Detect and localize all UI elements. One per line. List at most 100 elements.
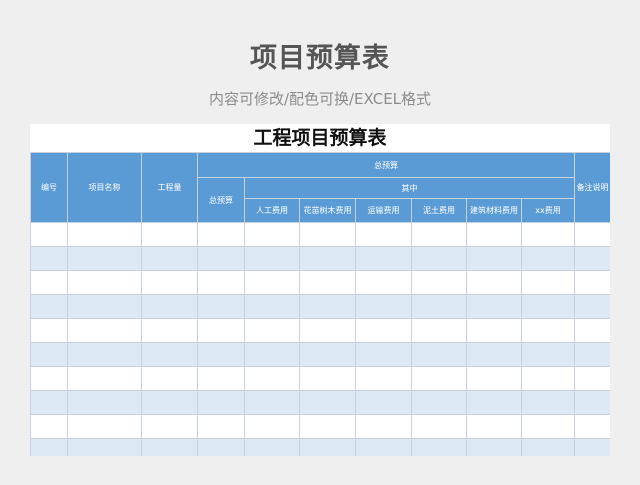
table-cell[interactable] [411, 318, 467, 343]
header-soil-cost[interactable]: 泥土费用 [411, 198, 467, 223]
table-cell[interactable] [244, 390, 300, 415]
table-cell[interactable] [67, 342, 142, 367]
table-cell[interactable] [30, 318, 68, 343]
table-cell[interactable] [67, 438, 142, 456]
header-total-budget[interactable]: 总预算 [197, 177, 245, 223]
table-cell[interactable] [520, 414, 576, 439]
table-cell[interactable] [355, 246, 412, 271]
table-cell[interactable] [141, 342, 198, 367]
table-cell[interactable] [466, 222, 522, 247]
table-cell[interactable] [197, 246, 245, 271]
table-cell[interactable] [197, 318, 245, 343]
table-cell[interactable] [299, 414, 356, 439]
table-cell[interactable] [466, 342, 522, 367]
table-cell[interactable] [141, 318, 198, 343]
table-cell[interactable] [197, 366, 245, 391]
table-cell[interactable] [30, 270, 68, 295]
table-cell[interactable] [67, 270, 142, 295]
table-cell[interactable] [574, 294, 610, 319]
table-cell[interactable] [67, 246, 142, 271]
table-cell[interactable] [67, 366, 142, 391]
table-cell[interactable] [355, 414, 412, 439]
table-cell[interactable] [520, 246, 576, 271]
header-remarks[interactable]: 备注说明 [574, 152, 610, 223]
table-cell[interactable] [466, 390, 522, 415]
table-cell[interactable] [67, 414, 142, 439]
table-cell[interactable] [466, 366, 522, 391]
header-labor-cost[interactable]: 人工费用 [244, 198, 300, 223]
table-cell[interactable] [67, 222, 142, 247]
table-cell[interactable] [355, 222, 412, 247]
table-cell[interactable] [299, 318, 356, 343]
table-cell[interactable] [299, 246, 356, 271]
header-building-material-cost[interactable]: 建筑材料费用 [466, 198, 522, 223]
table-cell[interactable] [244, 294, 300, 319]
table-cell[interactable] [141, 222, 198, 247]
table-cell[interactable] [411, 270, 467, 295]
table-cell[interactable] [30, 222, 68, 247]
table-cell[interactable] [520, 294, 576, 319]
header-of-which[interactable]: 其中 [243, 177, 576, 199]
header-xx-cost[interactable]: xx费用 [520, 198, 576, 223]
table-cell[interactable] [299, 390, 356, 415]
table-cell[interactable] [197, 390, 245, 415]
table-cell[interactable] [574, 342, 610, 367]
table-cell[interactable] [355, 438, 412, 456]
table-cell[interactable] [574, 366, 610, 391]
table-cell[interactable] [466, 438, 522, 456]
table-cell[interactable] [141, 414, 198, 439]
table-cell[interactable] [411, 294, 467, 319]
table-cell[interactable] [30, 438, 68, 456]
table-cell[interactable] [299, 222, 356, 247]
table-cell[interactable] [574, 390, 610, 415]
table-cell[interactable] [244, 270, 300, 295]
table-cell[interactable] [299, 342, 356, 367]
table-cell[interactable] [299, 270, 356, 295]
table-cell[interactable] [244, 246, 300, 271]
table-cell[interactable] [520, 270, 576, 295]
table-cell[interactable] [197, 270, 245, 295]
table-cell[interactable] [141, 270, 198, 295]
table-cell[interactable] [30, 390, 68, 415]
table-cell[interactable] [355, 390, 412, 415]
table-cell[interactable] [141, 366, 198, 391]
table-cell[interactable] [520, 366, 576, 391]
table-cell[interactable] [411, 222, 467, 247]
table-cell[interactable] [411, 438, 467, 456]
table-cell[interactable] [466, 318, 522, 343]
table-cell[interactable] [520, 342, 576, 367]
table-cell[interactable] [411, 342, 467, 367]
table-cell[interactable] [574, 222, 610, 247]
table-cell[interactable] [466, 294, 522, 319]
table-cell[interactable] [574, 246, 610, 271]
table-cell[interactable] [244, 222, 300, 247]
table-cell[interactable] [197, 438, 245, 456]
table-cell[interactable] [197, 414, 245, 439]
table-cell[interactable] [30, 414, 68, 439]
table-cell[interactable] [67, 318, 142, 343]
table-cell[interactable] [299, 438, 356, 456]
table-cell[interactable] [355, 342, 412, 367]
table-cell[interactable] [141, 438, 198, 456]
table-cell[interactable] [520, 222, 576, 247]
table-cell[interactable] [574, 270, 610, 295]
table-cell[interactable] [411, 414, 467, 439]
table-cell[interactable] [574, 414, 610, 439]
table-cell[interactable] [244, 366, 300, 391]
table-cell[interactable] [299, 294, 356, 319]
header-plants-trees-cost[interactable]: 花苗树木费用 [299, 198, 356, 223]
table-cell[interactable] [141, 294, 198, 319]
table-cell[interactable] [197, 342, 245, 367]
table-cell[interactable] [67, 390, 142, 415]
table-cell[interactable] [355, 318, 412, 343]
table-cell[interactable] [574, 318, 610, 343]
header-number[interactable]: 编号 [30, 152, 68, 223]
table-cell[interactable] [67, 294, 142, 319]
table-cell[interactable] [244, 438, 300, 456]
table-cell[interactable] [411, 366, 467, 391]
table-cell[interactable] [197, 222, 245, 247]
table-cell[interactable] [520, 390, 576, 415]
table-cell[interactable] [30, 246, 68, 271]
table-cell[interactable] [244, 318, 300, 343]
header-total-budget-group[interactable]: 总预算 [196, 152, 576, 178]
